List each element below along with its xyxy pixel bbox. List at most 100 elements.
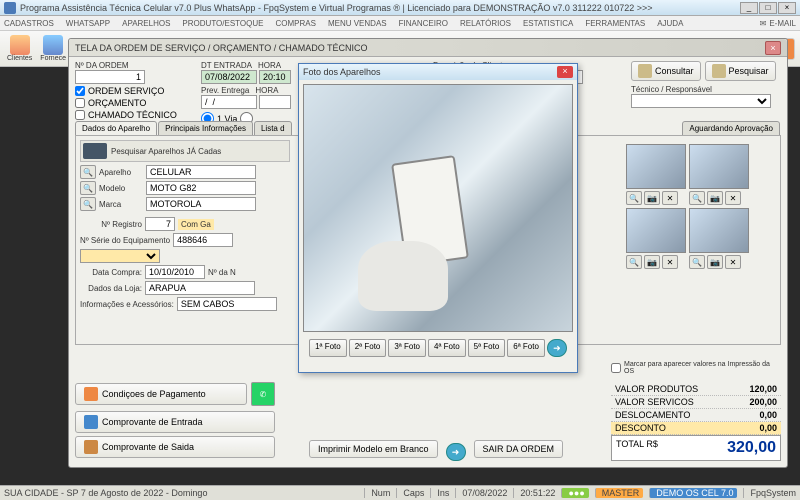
lookup-modelo[interactable]: 🔍 — [80, 181, 96, 195]
consultar-button[interactable]: Consultar — [631, 61, 701, 81]
thumb3-del[interactable]: ✕ — [662, 255, 678, 269]
menu-relatorios[interactable]: RELATÓRIOS — [460, 19, 511, 28]
app-title: Programa Assistência Técnica Celular v7.… — [20, 3, 740, 13]
photo-thumb-3[interactable] — [626, 208, 686, 253]
info-input[interactable] — [177, 297, 277, 311]
tab-dados-aparelho[interactable]: Dados do Aparelho — [75, 121, 157, 135]
order-no-input[interactable] — [75, 70, 145, 84]
foto3-button[interactable]: 3ª Foto — [388, 339, 426, 357]
dt-entrada-input[interactable] — [201, 70, 257, 84]
prev-entrega-input[interactable] — [201, 95, 257, 109]
thumb3-cam[interactable]: 📷 — [644, 255, 660, 269]
thumb1-view[interactable]: 🔍 — [626, 191, 642, 205]
menu-financeiro[interactable]: FINANCEIRO — [399, 19, 448, 28]
valor-produtos: 120,00 — [749, 384, 777, 394]
lookup-aparelho[interactable]: 🔍 — [80, 165, 96, 179]
status-city: SUA CIDADE - SP 7 de Agosto de 2022 - Do… — [4, 488, 207, 498]
menu-cadastros[interactable]: CADASTROS — [4, 19, 54, 28]
photo-thumb-4[interactable] — [689, 208, 749, 253]
thumb1-cam[interactable]: 📷 — [644, 191, 660, 205]
total-value: 320,00 — [727, 439, 776, 457]
order-close-button[interactable]: × — [765, 41, 781, 55]
doc-in-icon — [84, 415, 98, 429]
tab-aguardando[interactable]: Aguardando Aprovação — [682, 121, 780, 135]
menu-whatsapp[interactable]: WHATSAPP — [66, 19, 110, 28]
photo-next-button[interactable]: ➜ — [547, 339, 567, 357]
foto6-button[interactable]: 6ª Foto — [507, 339, 545, 357]
menu-ferramentas[interactable]: FERRAMENTAS — [585, 19, 645, 28]
tab-lista[interactable]: Lista d — [254, 121, 292, 135]
status-master: MASTER — [595, 488, 644, 498]
thumb2-cam[interactable]: 📷 — [707, 191, 723, 205]
aparelho-input[interactable] — [146, 165, 256, 179]
thumb2-del[interactable]: ✕ — [725, 191, 741, 205]
chk-ordem-servico[interactable] — [75, 86, 85, 96]
app-icon — [4, 2, 16, 14]
serie-select[interactable] — [80, 249, 160, 263]
hora-input[interactable] — [259, 70, 291, 84]
comprovante-entrada-button[interactable]: Comprovante de Entrada — [75, 411, 275, 433]
modelo-input[interactable] — [146, 181, 256, 195]
dtcompra-input[interactable] — [145, 265, 205, 279]
desconto: 0,00 — [759, 423, 777, 433]
thumb3-view[interactable]: 🔍 — [626, 255, 642, 269]
hora2-input[interactable] — [259, 95, 291, 109]
thumb4-view[interactable]: 🔍 — [689, 255, 705, 269]
order-window-title: TELA DA ORDEM DE SERVIÇO / ORÇAMENTO / C… — [69, 39, 787, 57]
serie-input[interactable] — [173, 233, 233, 247]
money-icon — [84, 387, 98, 401]
foto5-button[interactable]: 5ª Foto — [468, 339, 506, 357]
whatsapp-button[interactable]: ✆ — [251, 382, 275, 406]
foto2-button[interactable]: 2ª Foto — [349, 339, 387, 357]
menu-aparelhos[interactable]: APARELHOS — [122, 19, 170, 28]
tb-clientes[interactable]: Clientes — [4, 34, 35, 63]
device-icon — [83, 143, 107, 159]
imprimir-button[interactable]: Imprimir Modelo em Branco — [309, 440, 438, 458]
menu-compras[interactable]: COMPRAS — [275, 19, 315, 28]
photo-dialog-title: Foto dos Aparelhos — [303, 67, 381, 77]
binoculars-icon — [712, 64, 726, 78]
tab-principais-info[interactable]: Principais Informações — [158, 121, 253, 135]
thumb4-cam[interactable]: 📷 — [707, 255, 723, 269]
chk-marcar-valores[interactable] — [611, 363, 621, 373]
app-titlebar: Programa Assistência Técnica Celular v7.… — [0, 0, 800, 16]
photo-preview — [303, 84, 573, 332]
search-icon — [638, 64, 652, 78]
next-arrow-button[interactable]: ➜ — [446, 443, 466, 461]
menubar: CADASTROS WHATSAPP APARELHOS PRODUTO/EST… — [0, 16, 800, 31]
minimize-button[interactable]: _ — [740, 2, 758, 14]
photo-thumb-2[interactable] — [689, 144, 749, 189]
foto4-button[interactable]: 4ª Foto — [428, 339, 466, 357]
photo-thumb-1[interactable] — [626, 144, 686, 189]
deslocamento: 0,00 — [759, 410, 777, 420]
cond-pagamento-button[interactable]: Condiçoes de Pagamento — [75, 383, 247, 405]
sair-ordem-button[interactable]: SAIR DA ORDEM — [474, 440, 564, 458]
comprovante-saida-button[interactable]: Comprovante de Saida — [75, 436, 275, 458]
lookup-marca[interactable]: 🔍 — [80, 197, 96, 211]
photo-dialog-close[interactable]: × — [557, 66, 573, 78]
marca-input[interactable] — [146, 197, 256, 211]
tb-fornece[interactable]: Fornece — [37, 34, 69, 63]
status-demo: DEMO OS CEL 7.0 — [649, 488, 737, 498]
foto1-button[interactable]: 1ª Foto — [309, 339, 347, 357]
thumb2-view[interactable]: 🔍 — [689, 191, 705, 205]
menu-email[interactable]: ✉ E-MAIL — [760, 19, 796, 28]
doc-out-icon — [84, 440, 98, 454]
registro-input[interactable] — [145, 217, 175, 231]
chk-orcamento[interactable] — [75, 98, 85, 108]
menu-produto[interactable]: PRODUTO/ESTOQUE — [182, 19, 263, 28]
menu-ajuda[interactable]: AJUDA — [657, 19, 683, 28]
order-no-label: Nº DA ORDEM — [75, 61, 195, 70]
thumb1-del[interactable]: ✕ — [662, 191, 678, 205]
pesquisar-button[interactable]: Pesquisar — [705, 61, 776, 81]
maximize-button[interactable]: □ — [759, 2, 777, 14]
thumb4-del[interactable]: ✕ — [725, 255, 741, 269]
menu-estatistica[interactable]: ESTATISTICA — [523, 19, 573, 28]
close-button[interactable]: × — [778, 2, 796, 14]
tecnico-select[interactable] — [631, 94, 771, 108]
valor-servicos: 200,00 — [749, 397, 777, 407]
photo-dialog: Foto dos Aparelhos × 1ª Foto 2ª Foto 3ª F… — [298, 63, 578, 373]
loja-input[interactable] — [145, 281, 255, 295]
statusbar: SUA CIDADE - SP 7 de Agosto de 2022 - Do… — [0, 485, 800, 500]
menu-vendas[interactable]: MENU VENDAS — [328, 19, 387, 28]
